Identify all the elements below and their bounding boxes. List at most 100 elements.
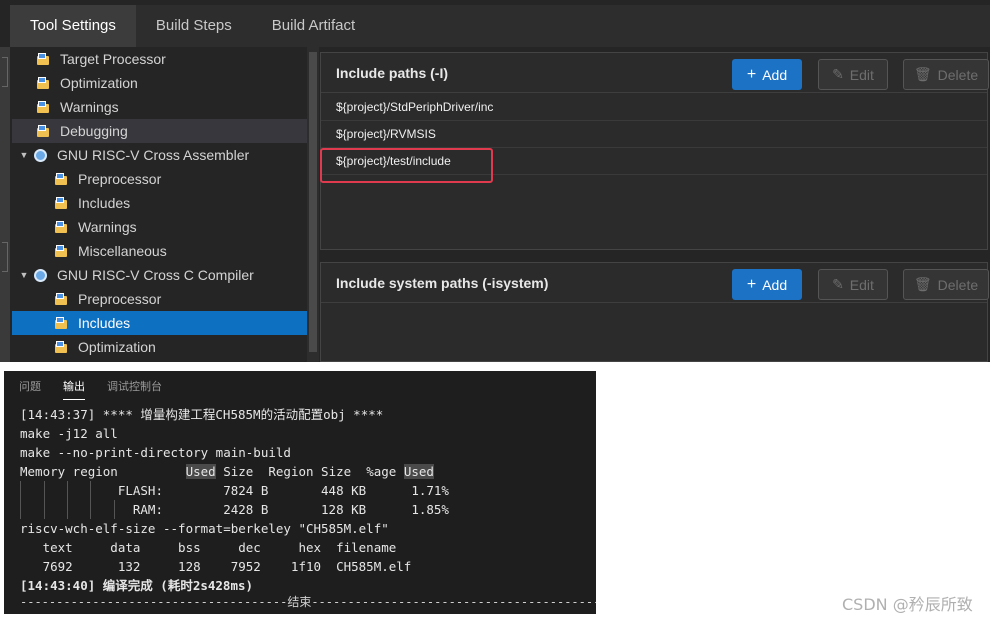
tree-item-label: Optimization xyxy=(60,75,138,91)
tool-settings-panel: Tool Settings Build Steps Build Artifact… xyxy=(0,0,990,362)
used-highlight: Used xyxy=(185,464,216,479)
add-include-path-button[interactable]: + Add xyxy=(732,59,802,90)
output-line: FLASH: 7824 B 448 KB 1.71% xyxy=(20,483,449,498)
tab-build-steps[interactable]: Build Steps xyxy=(136,5,252,47)
output-line: make -j12 all xyxy=(20,426,118,441)
end-divider: -------------------------------------结束-… xyxy=(20,593,596,612)
left-edge-strip xyxy=(0,47,10,362)
tree-item-label: Warnings xyxy=(60,99,119,115)
folder-icon xyxy=(36,52,50,66)
folder-icon xyxy=(54,220,68,234)
system-paths-header: Include system paths (-isystem) + Add ✎ … xyxy=(321,263,989,303)
tree-item-label: Preprocessor xyxy=(78,171,162,187)
scrollbar-thumb[interactable] xyxy=(309,52,317,352)
folder-icon xyxy=(54,316,68,330)
plus-icon: + xyxy=(746,65,757,83)
gear-icon xyxy=(34,148,47,162)
delete-button-label: Delete xyxy=(937,66,979,83)
used-highlight: Used xyxy=(403,464,434,479)
tree-item-label: GNU RISC-V Cross Assembler xyxy=(57,147,250,163)
output-line: make --no-print-directory main-build xyxy=(20,445,291,460)
output-line: text data bss dec hex filename xyxy=(20,540,397,555)
tree-item-label: Optimization xyxy=(78,339,156,355)
delete-button-label: Delete xyxy=(937,276,979,293)
tree-item-label: Includes xyxy=(78,315,131,331)
tree-item-label: GNU RISC-V Cross C Compiler xyxy=(57,267,254,283)
gear-icon xyxy=(34,268,47,282)
folder-icon xyxy=(54,172,68,186)
tree-item-asm-preprocessor[interactable]: Preprocessor xyxy=(12,167,307,191)
include-path-item[interactable]: ${project}/RVMSIS xyxy=(321,121,987,148)
pencil-icon: ✎ xyxy=(832,66,844,82)
add-button-label: Add xyxy=(762,276,788,293)
output-line: riscv-wch-elf-size --format=berkeley "CH… xyxy=(20,521,389,536)
divider-dashes: ---------------------------------------- xyxy=(311,595,596,609)
edit-include-path-button[interactable]: ✎ Edit xyxy=(818,59,888,90)
tree-item-label: Debugging xyxy=(60,123,128,139)
tree-item-c-compiler[interactable]: ▼ GNU RISC-V Cross C Compiler xyxy=(12,263,307,287)
tree-item-label: Warnings xyxy=(78,219,137,235)
output-line: 7692 132 128 7952 1f10 CH585M.elf xyxy=(20,559,412,574)
edit-button-label: Edit xyxy=(849,276,874,293)
add-button-label: Add xyxy=(762,66,788,83)
system-paths-group: Include system paths (-isystem) + Add ✎ … xyxy=(320,262,989,362)
tree-item-asm-includes[interactable]: Includes xyxy=(12,191,307,215)
output-line: [14:43:37] **** 增量构建工程CH585M的活动配置obj ***… xyxy=(20,407,384,422)
settings-tree: Target Processor Optimization Warnings D… xyxy=(12,47,307,362)
tree-item-c-preprocessor[interactable]: Preprocessor xyxy=(12,287,307,311)
folder-icon xyxy=(54,244,68,258)
chevron-down-icon[interactable]: ▼ xyxy=(18,270,30,280)
tab-debug-console[interactable]: 调试控制台 xyxy=(107,371,162,403)
memory-header-text: Memory region xyxy=(20,464,186,479)
divider-dashes: ------------------------------------- xyxy=(20,595,288,609)
tree-item-debugging[interactable]: Debugging xyxy=(12,119,307,143)
system-paths-title: Include system paths (-isystem) xyxy=(336,275,549,291)
include-paths-title: Include paths (-I) xyxy=(336,65,448,81)
output-line: RAM: 2428 B 128 KB 1.85% xyxy=(20,502,449,517)
trash-icon: 🗑 xyxy=(913,276,932,292)
include-path-item[interactable]: ${project}/StdPeriphDriver/inc xyxy=(321,94,987,121)
edge-notch xyxy=(2,57,8,87)
add-system-path-button[interactable]: + Add xyxy=(732,269,802,300)
tree-item-label: Miscellaneous xyxy=(78,243,167,259)
tree-item-label: Preprocessor xyxy=(78,291,162,307)
tree-item-c-includes[interactable]: Includes xyxy=(12,311,307,335)
memory-header-line: Memory region Used Size Region Size %age… xyxy=(20,462,434,481)
folder-icon xyxy=(36,76,50,90)
folder-icon xyxy=(54,196,68,210)
plus-icon: + xyxy=(746,275,757,293)
tree-scrollbar[interactable] xyxy=(307,47,319,362)
tree-item-cross-assembler[interactable]: ▼ GNU RISC-V Cross Assembler xyxy=(12,143,307,167)
edit-button-label: Edit xyxy=(849,66,874,83)
folder-icon xyxy=(54,340,68,354)
divider-label: 结束 xyxy=(287,595,312,609)
tree-item-label: Includes xyxy=(78,195,131,211)
tree-item-label: Target Processor xyxy=(60,51,166,67)
edit-system-path-button[interactable]: ✎ Edit xyxy=(818,269,888,300)
tree-item-c-optimization[interactable]: Optimization xyxy=(12,335,307,359)
folder-icon xyxy=(36,124,50,138)
tab-problems[interactable]: 问题 xyxy=(19,371,41,403)
tree-item-target-processor[interactable]: Target Processor xyxy=(12,47,307,71)
edge-notch xyxy=(2,242,8,272)
watermark: CSDN @矜辰所致 xyxy=(842,595,973,614)
delete-include-path-button[interactable]: 🗑 Delete xyxy=(903,59,989,90)
tab-tool-settings[interactable]: Tool Settings xyxy=(10,5,136,47)
tab-build-artifact[interactable]: Build Artifact xyxy=(252,5,375,47)
folder-icon xyxy=(36,100,50,114)
delete-system-path-button[interactable]: 🗑 Delete xyxy=(903,269,989,300)
output-panel: 问题 输出 调试控制台 [14:43:37] **** 增量构建工程CH585M… xyxy=(4,371,596,614)
tree-item-optimization[interactable]: Optimization xyxy=(12,71,307,95)
settings-tab-bar: Tool Settings Build Steps Build Artifact xyxy=(10,5,990,47)
chevron-down-icon[interactable]: ▼ xyxy=(18,150,30,160)
include-paths-header: Include paths (-I) + Add ✎ Edit 🗑 Delete xyxy=(321,53,989,93)
tree-item-warnings[interactable]: Warnings xyxy=(12,95,307,119)
highlight-annotation-box xyxy=(320,148,493,183)
tree-item-asm-warnings[interactable]: Warnings xyxy=(12,215,307,239)
memory-header-text: Size Region Size %age xyxy=(215,464,404,479)
pencil-icon: ✎ xyxy=(832,276,844,292)
tab-output[interactable]: 输出 xyxy=(63,371,85,403)
trash-icon: 🗑 xyxy=(913,66,932,82)
tree-item-asm-miscellaneous[interactable]: Miscellaneous xyxy=(12,239,307,263)
folder-icon xyxy=(54,292,68,306)
